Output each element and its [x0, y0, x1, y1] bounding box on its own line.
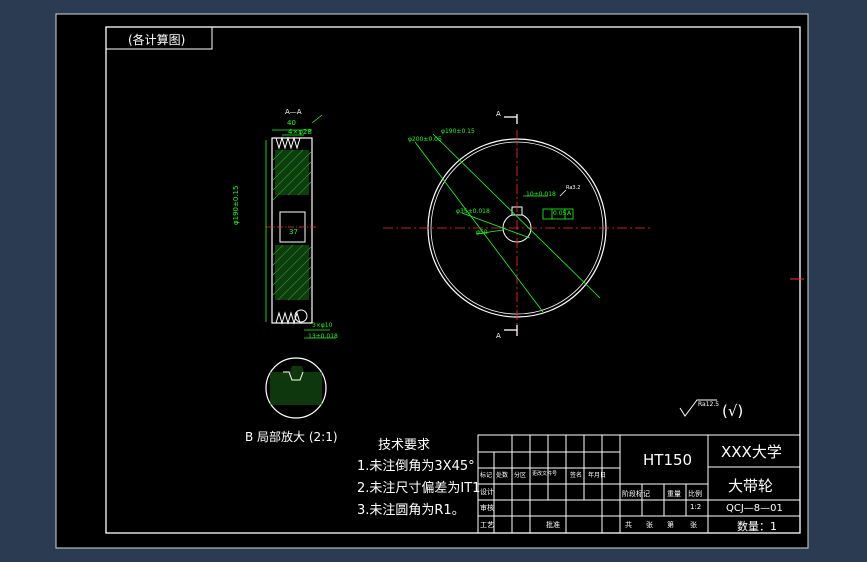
school-label: XXX大学 — [721, 443, 782, 461]
front-datum: A — [567, 210, 572, 217]
tech-requirements-title: 技术要求 — [378, 438, 431, 453]
section-mark-bottom: A — [496, 332, 501, 340]
stage-label-3: 比例 — [688, 490, 702, 498]
section-label: A—A — [285, 108, 302, 116]
bottom-label-3: 第 — [667, 521, 674, 529]
section-bore-dim: 37 — [289, 228, 298, 236]
stage-label-2: 重量 — [667, 490, 681, 498]
front-dim-bore: φ35±0.018 — [456, 208, 490, 215]
front-keyway-dim: 10±0.018 — [526, 191, 556, 198]
bottom-label-4: 张 — [690, 521, 697, 529]
row-header-2: 处数 — [496, 472, 509, 479]
scale-value: 1:2 — [690, 503, 702, 511]
roughness-general-suffix: (√) — [722, 402, 744, 420]
tech-requirement-2: 2.未注尺寸偏差为IT1 — [357, 481, 481, 496]
front-dim-outer: φ190±0.15 — [441, 128, 475, 135]
section-groove-dim: 4×φ28 — [288, 128, 312, 136]
approve-label: 批准 — [546, 521, 560, 529]
quantity-label: 数量：1 — [737, 520, 777, 533]
side-label-process: 工艺 — [480, 521, 494, 529]
section-lower-tol: 3×φ10 — [312, 322, 333, 329]
section-mark-top: A — [496, 110, 501, 118]
detail-label: B 局部放大 (2:1) — [245, 430, 338, 444]
row-header-1: 标记 — [480, 472, 493, 479]
front-tol-value: 0.05 — [553, 210, 567, 217]
front-dim-pitch: φ200±0.05 — [408, 136, 442, 143]
part-name-label: 大带轮 — [728, 477, 774, 495]
stage-label-1: 阶段标记 — [622, 490, 650, 498]
bottom-label-1: 共 — [625, 521, 632, 529]
row-header-5: 签名 — [570, 472, 583, 479]
material-label: HT150 — [643, 451, 693, 469]
front-roughness-small: Ra3.2 — [566, 185, 581, 191]
row-header-6: 年月日 — [588, 472, 607, 479]
row-header-3: 分区 — [514, 472, 527, 479]
side-label-design: 设计 — [480, 488, 494, 496]
side-label-review: 审核 — [480, 504, 494, 512]
section-width-dim: 40 — [287, 119, 296, 127]
tech-requirement-1: 1.未注倒角为3X45° — [357, 459, 475, 474]
section-od-dim: φ190±0.15 — [232, 185, 240, 225]
stamp-label: (各计算图) — [128, 33, 186, 47]
row-header-4: 更改文件号 — [532, 471, 558, 477]
bottom-label-2: 张 — [646, 521, 653, 529]
drawing-number: QCJ—8—01 — [726, 503, 783, 514]
tech-requirement-3: 3.未注圆角为R1。 — [357, 503, 465, 518]
section-lower-dim: 13±0.018 — [308, 333, 338, 340]
front-dim-hub: φ50 — [476, 229, 488, 236]
roughness-general: Ra12.5 — [698, 401, 720, 408]
